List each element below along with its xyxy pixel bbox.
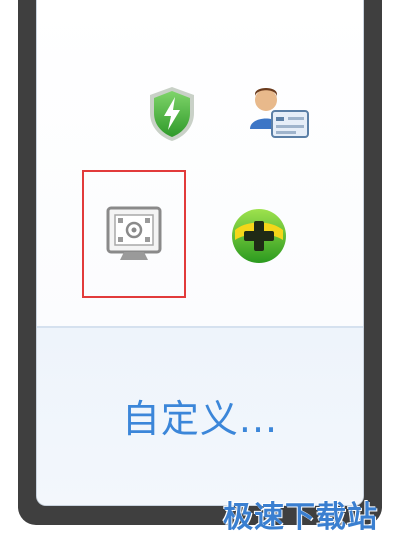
camera-display-button[interactable]: [82, 170, 186, 298]
security-shield-button[interactable]: [120, 50, 224, 178]
customize-link[interactable]: 自定义...: [37, 388, 363, 443]
user-card-button[interactable]: [227, 50, 331, 178]
camera-display-icon: [106, 206, 162, 260]
customize-area: 自定义...: [37, 328, 363, 505]
user-contact-card-icon: [250, 88, 309, 138]
green-plus-button[interactable]: [207, 172, 311, 300]
security-shield-icon: [150, 87, 194, 141]
green-plus-icon: [232, 209, 286, 263]
tray-icon-grid: [37, 0, 363, 326]
watermark-text: 极速下载站: [223, 500, 378, 535]
tray-overflow-panel: 自定义...: [36, 0, 364, 506]
